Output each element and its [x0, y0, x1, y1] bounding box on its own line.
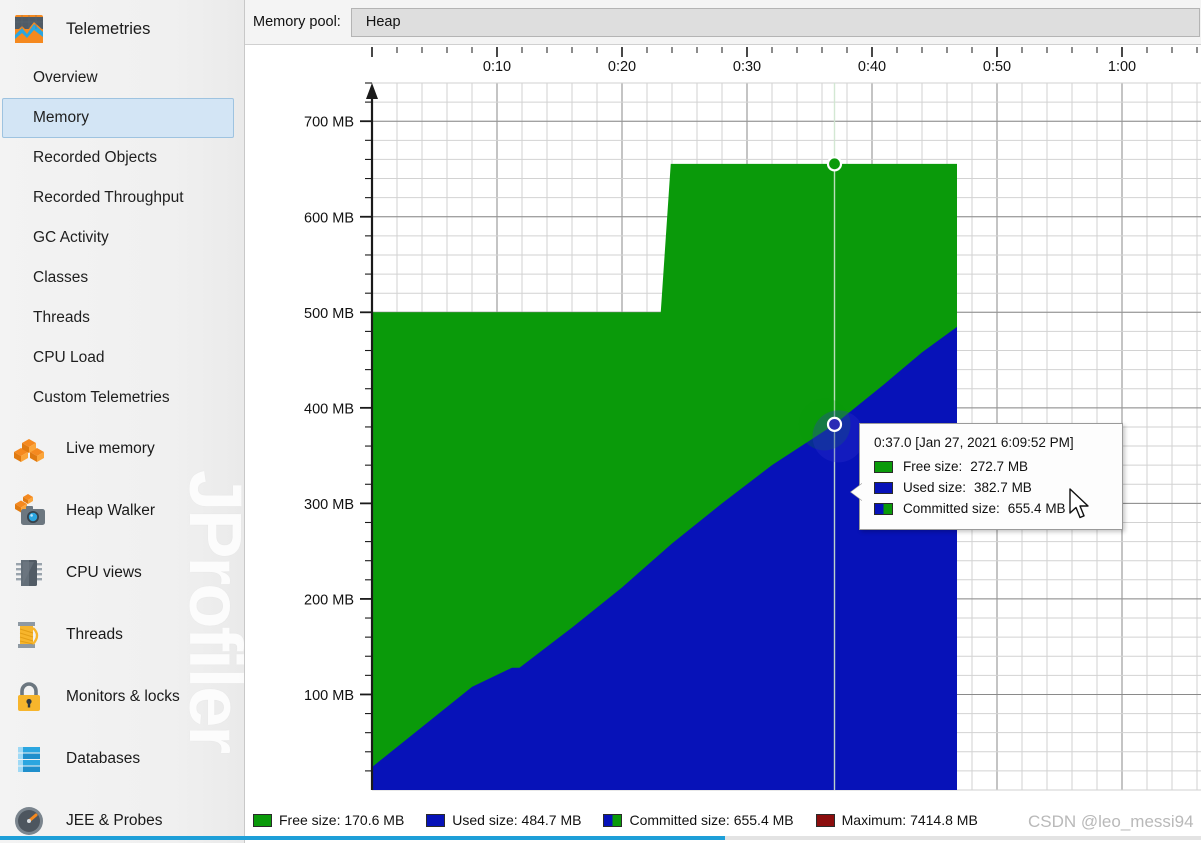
area-chart-icon: [10, 10, 48, 48]
padlock-icon: [10, 678, 48, 716]
sidebar-item-gc-activity[interactable]: GC Activity: [2, 218, 234, 258]
tooltip-pointer: [851, 483, 863, 501]
x-axis-label: 1:00: [1108, 59, 1136, 75]
y-axis-label: 200 MB: [304, 592, 354, 608]
tooltip-label: Used size:: [903, 480, 967, 495]
camera-cubes-icon: [10, 492, 48, 530]
sidebar-section-label: Monitors & locks: [66, 688, 180, 705]
main-panel: Memory pool: Heap 100 MB 200 MB 300 MB 400 …: [245, 0, 1201, 843]
y-axis-label: 500 MB: [304, 306, 354, 322]
sidebar-item-memory[interactable]: Memory: [2, 98, 234, 138]
cpu-chip-icon: [10, 554, 48, 592]
gauge-icon: [10, 802, 48, 840]
memory-pool-select[interactable]: Heap: [350, 7, 1200, 37]
legend-label: Committed size: 655.4 MB: [629, 812, 794, 828]
mouse-cursor-icon: [1069, 488, 1089, 519]
sidebar-section-threads[interactable]: Threads: [0, 604, 244, 666]
sidebar-item-recorded-throughput[interactable]: Recorded Throughput: [2, 178, 234, 218]
tooltip-value: 272.7 MB: [970, 459, 1029, 474]
sidebar-group-telemetries[interactable]: Telemetries: [0, 0, 244, 58]
x-axis-label: 0:40: [858, 59, 886, 75]
committed-size-swatch-icon: [874, 502, 893, 515]
legend-label: Free size: 170.6 MB: [279, 812, 405, 828]
used-size-swatch-icon: [426, 813, 446, 827]
x-axis-label: 0:10: [483, 59, 511, 75]
y-axis-label: 100 MB: [304, 688, 354, 704]
legend-item-committed-size[interactable]: Committed size: 655.4 MB: [603, 812, 794, 828]
thread-spool-icon: [10, 616, 48, 654]
sidebar-item-cpu-load[interactable]: CPU Load: [2, 338, 234, 378]
sidebar-section-label: Live memory: [66, 440, 155, 457]
y-axis-label: 600 MB: [304, 210, 354, 226]
toolbar: Memory pool: Heap: [245, 0, 1201, 45]
telemetry-item-list: Overview Memory Recorded Objects Recorde…: [0, 58, 244, 418]
memory-chart[interactable]: 100 MB 200 MB 300 MB 400 MB 500 MB 600 MB 700 …: [245, 45, 1201, 805]
y-axis-label: 300 MB: [304, 497, 354, 513]
sidebar-section-label: JEE & Probes: [66, 812, 163, 829]
data-point-marker: [826, 156, 843, 172]
legend-label: Maximum: 7414.8 MB: [841, 812, 978, 828]
legend-item-free-size[interactable]: Free size: 170.6 MB: [253, 812, 404, 828]
legend-item-used-size[interactable]: Used size: 484.7 MB: [426, 812, 581, 828]
free-size-swatch-icon: [874, 460, 893, 473]
x-axis-label: 0:50: [983, 59, 1011, 75]
legend-item-maximum[interactable]: Maximum: 7414.8 MB: [815, 812, 978, 828]
tooltip-row-free: Free size: 272.7 MB: [874, 459, 1108, 474]
sidebar-section-heap-walker[interactable]: Heap Walker: [0, 480, 244, 542]
sidebar-item-threads[interactable]: Threads: [2, 298, 234, 338]
tooltip-label: Committed size:: [903, 501, 1000, 516]
x-axis-ticks: 0:10 0:20 0:30 0:40 0:50 1:00: [371, 47, 1198, 75]
y-axis-ticks: 100 MB 200 MB 300 MB 400 MB 500 MB 600 MB 700 …: [304, 82, 372, 772]
maximum-swatch-icon: [815, 813, 835, 827]
sidebar-item-recorded-objects[interactable]: Recorded Objects: [2, 138, 234, 178]
y-axis-label: 400 MB: [304, 401, 354, 417]
database-icon: [10, 740, 48, 778]
used-size-swatch-icon: [874, 481, 893, 494]
tooltip-value: 382.7 MB: [974, 480, 1032, 495]
data-point-marker: [826, 416, 843, 432]
cubes-icon: [10, 430, 48, 468]
tooltip-title: 0:37.0 [Jan 27, 2021 6:09:52 PM]: [874, 435, 1074, 450]
x-axis-label: 0:30: [733, 59, 761, 75]
sidebar-section-databases[interactable]: Databases: [0, 728, 244, 790]
sidebar-item-classes[interactable]: Classes: [2, 258, 234, 298]
legend-label: Used size: 484.7 MB: [452, 812, 582, 828]
sidebar-section-cpu-views[interactable]: CPU views: [0, 542, 244, 604]
memory-pool-label: Memory pool:: [253, 14, 341, 30]
x-axis-label: 0:20: [608, 59, 636, 75]
sidebar-section-label: Threads: [66, 626, 123, 643]
free-size-swatch-icon: [253, 813, 272, 827]
sidebar-item-overview[interactable]: Overview: [2, 58, 234, 98]
sidebar-section-label: CPU views: [66, 564, 142, 581]
committed-size-swatch-icon: [603, 813, 623, 827]
sidebar-section-live-memory[interactable]: Live memory: [0, 418, 244, 480]
tooltip-value: 655.4 MB: [1007, 501, 1066, 516]
bottom-accent-bar: [0, 836, 725, 840]
y-axis-label: 700 MB: [304, 115, 354, 131]
tooltip-label: Free size:: [903, 459, 963, 474]
bottom-accent-bar-inactive: [725, 836, 1201, 840]
sidebar-item-custom-telemetries[interactable]: Custom Telemetries: [2, 378, 234, 418]
sidebar-section-list: Live memory Heap Walker CPU views Thread…: [0, 418, 244, 843]
sidebar-section-label: Databases: [66, 750, 141, 767]
jprofiler-window: JProfiler Telemetries Overview Memory Re…: [0, 0, 1201, 843]
sidebar: JProfiler Telemetries Overview Memory Re…: [0, 0, 245, 843]
sidebar-section-monitors-locks[interactable]: Monitors & locks: [0, 666, 244, 728]
sidebar-section-label: Heap Walker: [66, 502, 156, 519]
csdn-watermark: CSDN @leo_messi94: [1028, 812, 1194, 831]
sidebar-group-label: Telemetries: [66, 19, 151, 38]
